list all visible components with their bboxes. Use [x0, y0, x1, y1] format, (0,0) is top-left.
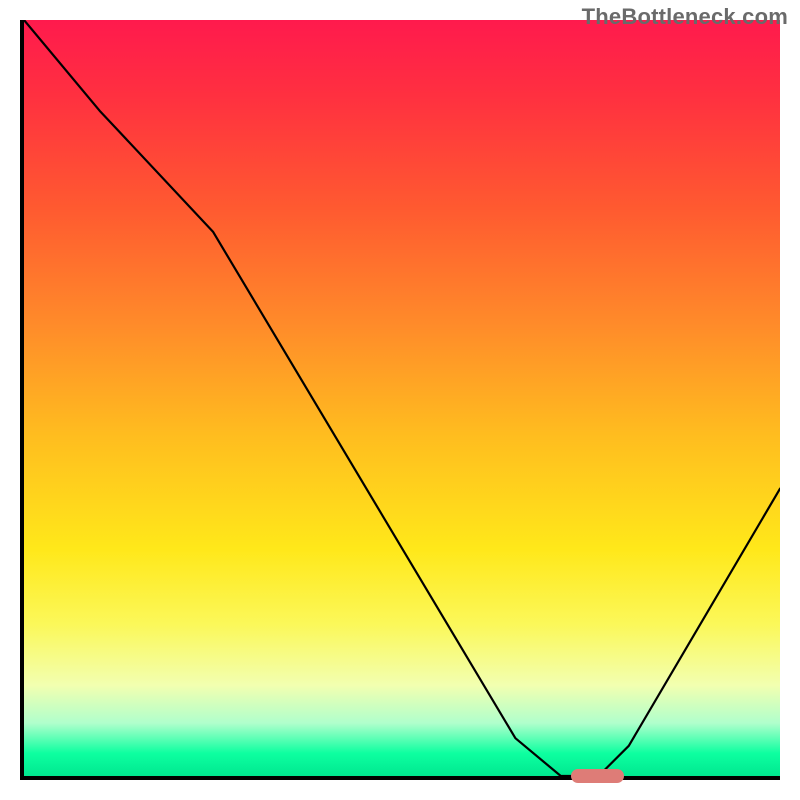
watermark-text: TheBottleneck.com [582, 4, 788, 30]
plot-area [20, 20, 780, 780]
bottleneck-curve-path [24, 20, 780, 776]
chart-svg [24, 20, 780, 776]
optimal-range-marker [571, 769, 624, 783]
